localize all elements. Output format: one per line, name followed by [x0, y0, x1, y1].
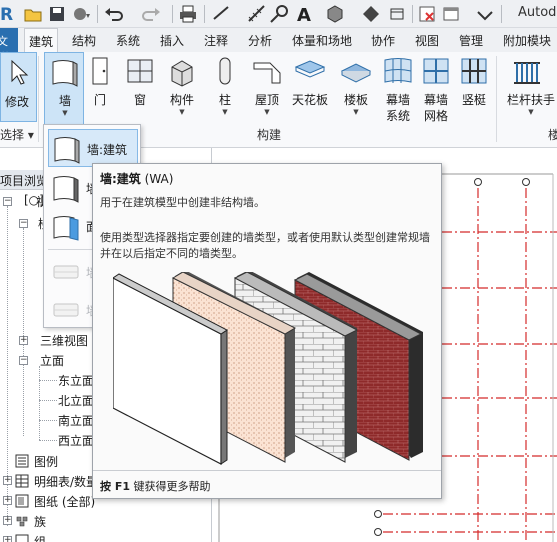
- tree-item-schedules[interactable]: 明细表/数量: [34, 473, 98, 490]
- tooltip-description: 用于在建筑模型中创建非结构墙。: [100, 196, 265, 209]
- tree-expander[interactable]: +: [3, 516, 12, 525]
- tree-expander[interactable]: +: [3, 476, 12, 485]
- tab-annotate[interactable]: 注释: [204, 32, 228, 49]
- svg-text:R: R: [0, 5, 13, 25]
- app-title: Autode: [518, 5, 557, 20]
- tree-expander[interactable]: −: [19, 219, 28, 228]
- tree-item-elevations[interactable]: 立面: [40, 352, 64, 369]
- tab-addins[interactable]: 附加模块: [503, 32, 551, 49]
- tab-insert[interactable]: 插入: [160, 32, 184, 49]
- tab-view[interactable]: 视图: [415, 32, 439, 49]
- revit-logo-icon[interactable]: R: [0, 3, 14, 25]
- customize-icon[interactable]: [474, 3, 496, 25]
- project-browser-title: 项目浏览: [0, 174, 49, 188]
- ceiling-icon: [294, 55, 326, 87]
- ceiling-button[interactable]: 天花板: [290, 52, 330, 128]
- open-icon[interactable]: [22, 3, 44, 25]
- railing-icon: [511, 55, 543, 87]
- sheet-icon: [15, 494, 29, 508]
- circulation-panel-label: 楼: [548, 128, 557, 142]
- door-icon: [84, 55, 116, 87]
- wall-structural-icon: [50, 172, 82, 204]
- tree-expander[interactable]: +: [3, 496, 12, 505]
- close-hidden-icon[interactable]: [416, 3, 438, 25]
- tree-item-legends[interactable]: 图例: [34, 453, 58, 470]
- wall-button[interactable]: 墙 ▼: [44, 52, 84, 128]
- cursor-icon: [9, 59, 29, 88]
- select-panel-label[interactable]: 选择 ▾: [0, 126, 34, 143]
- tooltip-detail: 使用类型选择器指定要创建的墙类型，或者使用默认类型创建常规墙并在以后指定不同的墙…: [100, 231, 430, 260]
- ribbon-tabs: 文件 建筑 结构 系统 插入 注释 分析 体量和场地 协作 视图 管理 附加模块: [0, 28, 557, 53]
- roof-icon: [251, 55, 283, 87]
- wall-reveal-icon: [50, 294, 82, 326]
- floor-icon: [340, 55, 372, 87]
- window-icon[interactable]: [440, 3, 462, 25]
- wall-sweep-icon: [50, 256, 82, 288]
- tree-expander[interactable]: +: [3, 536, 12, 542]
- component-button[interactable]: 构件 ▼: [162, 52, 202, 128]
- tree-item-west-elevation[interactable]: 西立面: [58, 432, 94, 449]
- component-icon: [166, 55, 198, 87]
- tree-item-sheets[interactable]: 图纸 (全部): [34, 493, 95, 510]
- family-icon: [15, 514, 29, 528]
- tree-item-families[interactable]: 族: [34, 513, 46, 530]
- window-button[interactable]: 窗: [120, 52, 160, 128]
- floor-button[interactable]: 楼板 ▼: [336, 52, 376, 128]
- print-icon[interactable]: [177, 3, 199, 25]
- sync-icon[interactable]: [70, 3, 92, 25]
- wall-tooltip: 墙:建筑 (WA) 用于在建筑模型中创建非结构墙。 使用类型选择器指定要创建的墙…: [92, 163, 442, 499]
- wall-by-face-icon: [50, 210, 82, 242]
- tree-item-north-elevation[interactable]: 北立面: [58, 392, 94, 409]
- tooltip-title: 墙:建筑 (WA): [100, 172, 174, 186]
- curtain-system-icon: [382, 55, 414, 87]
- tree-expander[interactable]: +: [19, 336, 28, 345]
- quick-access-toolbar: R A Autod: [0, 0, 557, 28]
- curtain-grid-button[interactable]: 幕墙 网格: [416, 52, 456, 128]
- section-icon[interactable]: [360, 3, 382, 25]
- tab-systems[interactable]: 系统: [116, 32, 140, 49]
- build-panel-label: 构建: [257, 128, 282, 142]
- dropdown-item-wall-architectural[interactable]: 墙:建筑: [48, 129, 138, 167]
- switch-windows-icon[interactable]: [386, 3, 408, 25]
- column-button[interactable]: 柱 ▼: [205, 52, 245, 128]
- save-icon[interactable]: [46, 3, 68, 25]
- curtain-grid-icon: [420, 55, 452, 87]
- tooltip-help-hint: 按 F1 键获得更多帮助: [100, 480, 211, 493]
- modify-button[interactable]: 修改: [0, 52, 37, 122]
- roof-button[interactable]: 屋顶 ▼: [247, 52, 287, 128]
- mullion-icon: [458, 55, 490, 87]
- measure-icon[interactable]: [246, 3, 268, 25]
- wall-layers-illustration: [112, 270, 423, 472]
- svg-text:A: A: [297, 5, 311, 25]
- text-icon[interactable]: A: [294, 3, 316, 26]
- redo-icon[interactable]: [140, 3, 162, 25]
- wall-icon: [49, 56, 81, 88]
- tab-manage[interactable]: 管理: [459, 32, 483, 49]
- tree-item-south-elevation[interactable]: 南立面: [58, 412, 94, 429]
- legend-icon: [15, 454, 29, 468]
- undo-icon[interactable]: [103, 3, 125, 25]
- tab-file[interactable]: 文件: [0, 28, 18, 52]
- railing-button[interactable]: 栏杆扶手 ▼: [507, 52, 555, 128]
- tree-item-groups[interactable]: 组: [34, 533, 46, 542]
- wall-architectural-icon: [51, 133, 83, 165]
- schedule-icon: [15, 474, 29, 488]
- tag-icon[interactable]: [268, 3, 290, 25]
- group-icon: [15, 534, 29, 542]
- door-button[interactable]: 门: [80, 52, 120, 128]
- tree-item-east-elevation[interactable]: 东立面: [58, 372, 94, 389]
- tab-collaborate[interactable]: 协作: [371, 32, 395, 49]
- tree-expander[interactable]: −: [19, 356, 28, 365]
- tab-analyze[interactable]: 分析: [248, 32, 272, 49]
- mullion-button[interactable]: 竖梃: [454, 52, 494, 128]
- tree-expander[interactable]: −: [3, 197, 12, 206]
- tab-architecture[interactable]: 建筑: [24, 28, 58, 53]
- thin-lines-icon[interactable]: [210, 3, 232, 25]
- tab-massing[interactable]: 体量和场地: [292, 32, 352, 49]
- window-icon: [124, 55, 156, 87]
- tree-item-3d-views[interactable]: 三维视图: [40, 332, 88, 349]
- 3d-view-icon[interactable]: [324, 3, 346, 25]
- column-icon: [209, 55, 241, 87]
- tab-structure[interactable]: 结构: [72, 32, 96, 49]
